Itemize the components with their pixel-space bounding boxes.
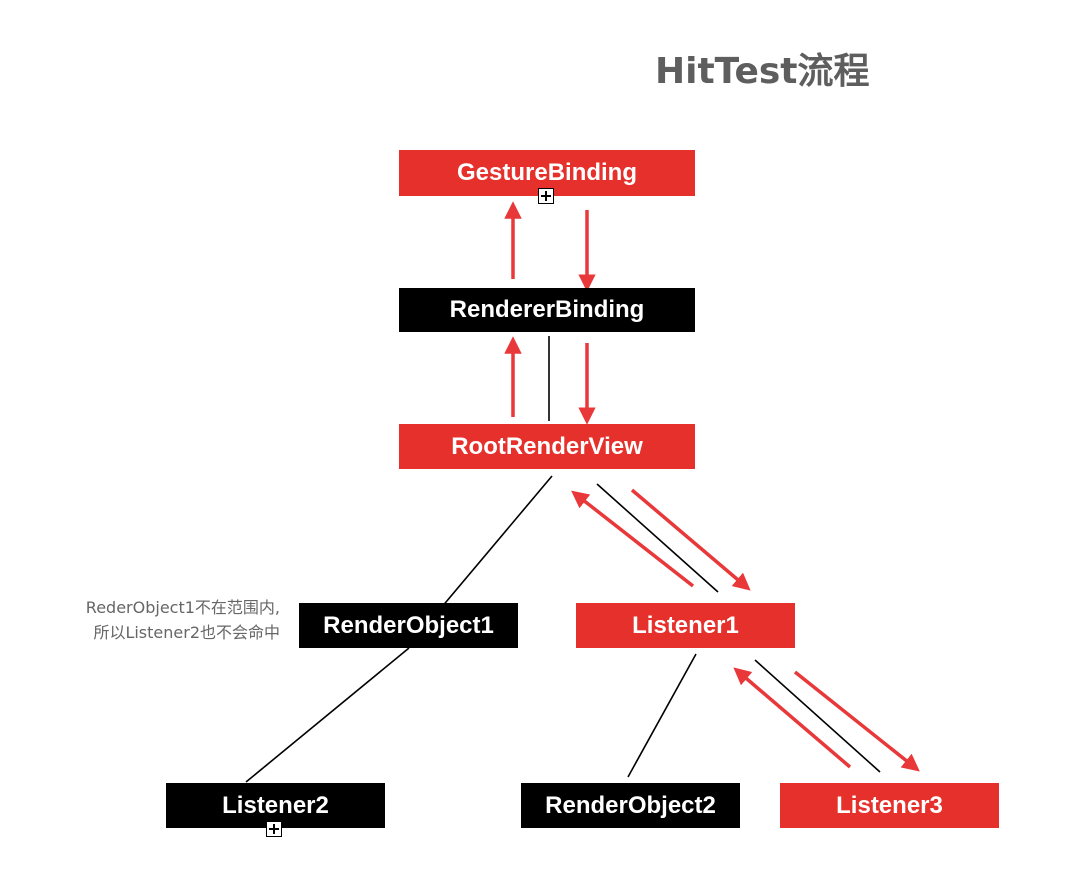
node-listener1: Listener1 — [576, 603, 795, 648]
plus-square-icon[interactable] — [538, 188, 554, 204]
arrow-down-listener1-to-listener3 — [793, 670, 920, 772]
node-render-object2-label: RenderObject2 — [545, 791, 716, 819]
plus-square-icon[interactable] — [266, 821, 282, 837]
node-gesture-binding-label: GestureBinding — [456, 159, 637, 186]
arrow-down-root-to-listener1 — [630, 488, 751, 591]
edge-listener1-listener3 — [754, 659, 881, 773]
node-listener2-label: Listener2 — [222, 791, 329, 819]
node-listener3-label: Listener3 — [836, 791, 943, 819]
arrow-up-listener1-to-root — [571, 490, 695, 588]
annotation-note-line1: RederObject1不在范围内, — [85, 598, 280, 617]
annotation-note: RederObject1不在范围内, 所以Listener2也不会命中 — [30, 595, 280, 645]
edge-rootrenderview-listener1 — [596, 483, 719, 593]
edge-listener1-renderobject2 — [627, 653, 697, 778]
node-render-object2: RenderObject2 — [521, 783, 740, 828]
node-listener3: Listener3 — [780, 783, 999, 828]
edge-renderobject1-listener2 — [245, 647, 410, 783]
node-renderer-binding: RendererBinding — [399, 288, 695, 332]
node-render-object1-label: RenderObject1 — [323, 611, 494, 639]
node-listener1-label: Listener1 — [632, 611, 739, 639]
arrow-up-listener3-to-listener1 — [733, 667, 852, 769]
node-root-render-view: RootRenderView — [399, 424, 695, 469]
node-root-render-view-label: RootRenderView — [451, 432, 643, 460]
annotation-note-line2: 所以Listener2也不会命中 — [93, 623, 280, 642]
node-renderer-binding-label: RendererBinding — [449, 296, 645, 323]
node-render-object1: RenderObject1 — [299, 603, 518, 648]
